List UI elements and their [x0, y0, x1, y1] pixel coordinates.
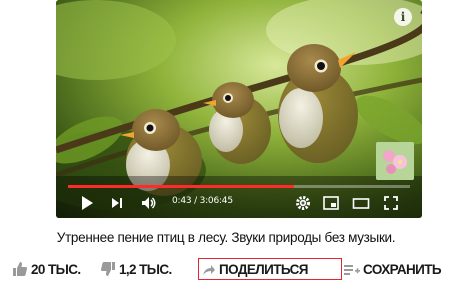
info-icon[interactable]: i	[394, 8, 412, 26]
share-icon	[203, 265, 215, 275]
share-button[interactable]: ПОДЕЛИТЬСЯ	[202, 260, 308, 280]
channel-thumbnail[interactable]	[376, 142, 414, 180]
video-player[interactable]: i 0:43 / 3:06:45	[56, 0, 422, 218]
save-button[interactable]: СОХРАНИТЬ	[344, 260, 442, 280]
progress-fill	[68, 185, 294, 188]
next-icon[interactable]	[108, 194, 126, 212]
share-label: ПОДЕЛИТЬСЯ	[219, 262, 308, 277]
fullscreen-icon[interactable]	[382, 194, 400, 212]
add-to-playlist-icon	[344, 265, 360, 275]
theater-icon[interactable]	[352, 194, 370, 212]
progress-bar[interactable]	[68, 185, 410, 188]
volume-icon[interactable]	[140, 194, 158, 212]
settings-icon[interactable]	[294, 194, 312, 212]
action-bar: 20 ТЫС. 1,2 ТЫС. ПОДЕЛИТЬСЯ СОХРАНИТЬ	[12, 255, 442, 283]
time-display: 0:43 / 3:06:45	[172, 196, 233, 206]
like-count: 20 ТЫС.	[31, 262, 81, 277]
thumbs-up-icon	[13, 262, 27, 276]
play-icon[interactable]	[78, 194, 96, 212]
dislike-count: 1,2 ТЫС.	[119, 262, 172, 277]
like-button[interactable]: 20 ТЫС.	[12, 260, 81, 280]
thumbs-down-icon	[101, 262, 115, 276]
miniplayer-icon[interactable]	[322, 194, 340, 212]
player-controls: 0:43 / 3:06:45	[56, 190, 422, 216]
dislike-button[interactable]: 1,2 ТЫС.	[100, 260, 172, 280]
save-label: СОХРАНИТЬ	[363, 262, 442, 277]
video-title: Утреннее пение птиц в лесу. Звуки природ…	[56, 230, 396, 245]
